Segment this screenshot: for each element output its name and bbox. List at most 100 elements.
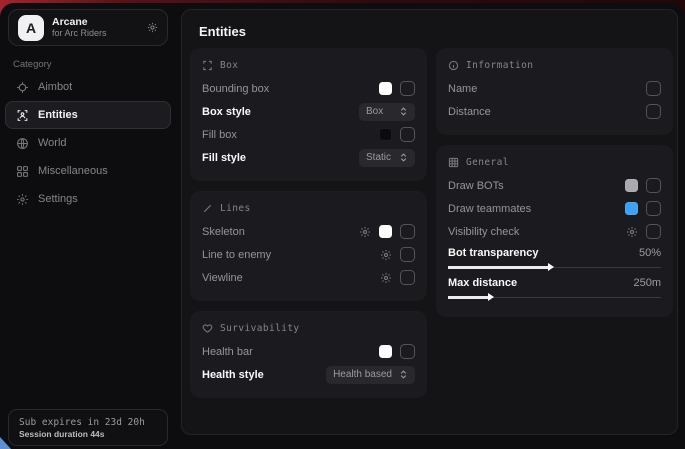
row-label: Visibility check xyxy=(448,226,519,238)
dropdown-value: Static xyxy=(366,152,391,163)
row-label: Line to enemy xyxy=(202,249,271,261)
sidebar-item-label: Settings xyxy=(38,193,78,205)
cursor-fragment xyxy=(0,437,11,449)
globe-icon xyxy=(16,137,29,150)
dropdown-value: Health based xyxy=(333,369,392,380)
crosshair-icon xyxy=(16,81,29,94)
gear-icon[interactable] xyxy=(147,22,158,33)
main-panel: Entities Box Bounding box xyxy=(181,9,678,435)
row-bot-transparency: Bot transparency 50% xyxy=(448,245,661,261)
checkbox[interactable] xyxy=(646,104,661,119)
card-title-label: Lines xyxy=(220,203,251,214)
card-lines: Lines Skeleton Line to enemy xyxy=(190,191,427,301)
grid-icon xyxy=(16,165,29,178)
slider-fill xyxy=(448,296,488,299)
chevron-updown-icon xyxy=(399,106,408,117)
row-label: Name xyxy=(448,83,477,95)
row-label: Fill style xyxy=(202,152,246,164)
settings-gear-icon xyxy=(16,193,29,206)
card-title-label: General xyxy=(466,157,509,168)
info-icon xyxy=(448,60,459,71)
session-duration-text: Session duration 44s xyxy=(19,429,157,439)
checkbox[interactable] xyxy=(646,178,661,193)
chevron-updown-icon xyxy=(399,152,408,163)
card-survivability: Survivability Health bar Health style He… xyxy=(190,311,427,398)
row-label: Fill box xyxy=(202,129,237,141)
column-right: Information Name Distance General xyxy=(436,48,673,317)
row-label: Viewline xyxy=(202,272,243,284)
row-health-style: Health style Health based xyxy=(202,363,415,386)
color-swatch[interactable] xyxy=(379,128,392,141)
checkbox[interactable] xyxy=(646,224,661,239)
row-settings-gear-icon[interactable] xyxy=(380,249,392,261)
max-distance-slider[interactable] xyxy=(448,292,661,302)
table-grid-icon xyxy=(448,157,459,168)
color-swatch[interactable] xyxy=(625,202,638,215)
checkbox[interactable] xyxy=(400,127,415,142)
sidebar-item-aimbot[interactable]: Aimbot xyxy=(5,73,171,101)
color-swatch[interactable] xyxy=(379,225,392,238)
card-information: Information Name Distance xyxy=(436,48,673,135)
row-label: Health bar xyxy=(202,346,253,358)
color-swatch[interactable] xyxy=(379,345,392,358)
bot-transparency-slider[interactable] xyxy=(448,262,661,272)
checkbox[interactable] xyxy=(400,344,415,359)
logo-text: Arcane for Arc Riders xyxy=(52,16,139,38)
card-survivability-header: Survivability xyxy=(202,321,415,336)
row-health-bar: Health bar xyxy=(202,340,415,363)
card-title-label: Information xyxy=(466,60,533,71)
card-title-label: Box xyxy=(220,60,238,71)
card-box: Box Bounding box Box style Box xyxy=(190,48,427,181)
subscription-card: Sub expires in 23d 20h Session duration … xyxy=(8,409,168,446)
color-swatch[interactable] xyxy=(625,179,638,192)
checkbox[interactable] xyxy=(400,270,415,285)
slider-fill xyxy=(448,266,548,269)
box-style-dropdown[interactable]: Box xyxy=(359,103,415,121)
fill-style-dropdown[interactable]: Static xyxy=(359,149,415,167)
column-left: Box Bounding box Box style Box xyxy=(190,48,427,398)
sidebar-item-entities[interactable]: Entities xyxy=(5,101,171,129)
card-general-header: General xyxy=(448,155,661,170)
slider-label: Max distance xyxy=(448,277,517,289)
sidebar-item-miscellaneous[interactable]: Miscellaneous xyxy=(5,157,171,185)
row-settings-gear-icon[interactable] xyxy=(626,226,638,238)
row-label: Draw teammates xyxy=(448,203,531,215)
color-swatch[interactable] xyxy=(379,82,392,95)
chevron-updown-icon xyxy=(399,369,408,380)
slider-value: 250m xyxy=(633,277,661,289)
card-lines-header: Lines xyxy=(202,201,415,216)
row-draw-bots: Draw BOTs xyxy=(448,174,661,197)
checkbox[interactable] xyxy=(400,247,415,262)
row-distance: Distance xyxy=(448,100,661,123)
sidebar-item-label: Aimbot xyxy=(38,81,72,93)
row-skeleton: Skeleton xyxy=(202,220,415,243)
card-title-label: Survivability xyxy=(220,323,300,334)
slider-label: Bot transparency xyxy=(448,247,538,259)
row-settings-gear-icon[interactable] xyxy=(359,226,371,238)
slider-handle[interactable] xyxy=(548,263,554,271)
sidebar-nav: Aimbot Entities World Miscellaneous xyxy=(5,73,171,213)
checkbox[interactable] xyxy=(400,224,415,239)
row-label: Bounding box xyxy=(202,83,269,95)
row-fill-box: Fill box xyxy=(202,123,415,146)
app-window: A Arcane for Arc Riders Category Aimbot xyxy=(0,3,685,449)
sidebar: A Arcane for Arc Riders Category Aimbot xyxy=(0,3,176,449)
dropdown-value: Box xyxy=(366,106,383,117)
row-box-style: Box style Box xyxy=(202,100,415,123)
checkbox[interactable] xyxy=(646,201,661,216)
sidebar-item-label: Entities xyxy=(38,109,78,121)
sidebar-item-world[interactable]: World xyxy=(5,129,171,157)
checkbox[interactable] xyxy=(400,81,415,96)
sidebar-item-settings[interactable]: Settings xyxy=(5,185,171,213)
entity-scan-icon xyxy=(16,109,29,122)
sidebar-item-label: World xyxy=(38,137,67,149)
checkbox[interactable] xyxy=(646,81,661,96)
row-label: Box style xyxy=(202,106,251,118)
row-settings-gear-icon[interactable] xyxy=(380,272,392,284)
box-brackets-icon xyxy=(202,60,213,71)
health-style-dropdown[interactable]: Health based xyxy=(326,366,415,384)
sidebar-item-label: Miscellaneous xyxy=(38,165,108,177)
slider-handle[interactable] xyxy=(488,293,494,301)
row-label: Distance xyxy=(448,106,491,118)
row-max-distance: Max distance 250m xyxy=(448,275,661,291)
